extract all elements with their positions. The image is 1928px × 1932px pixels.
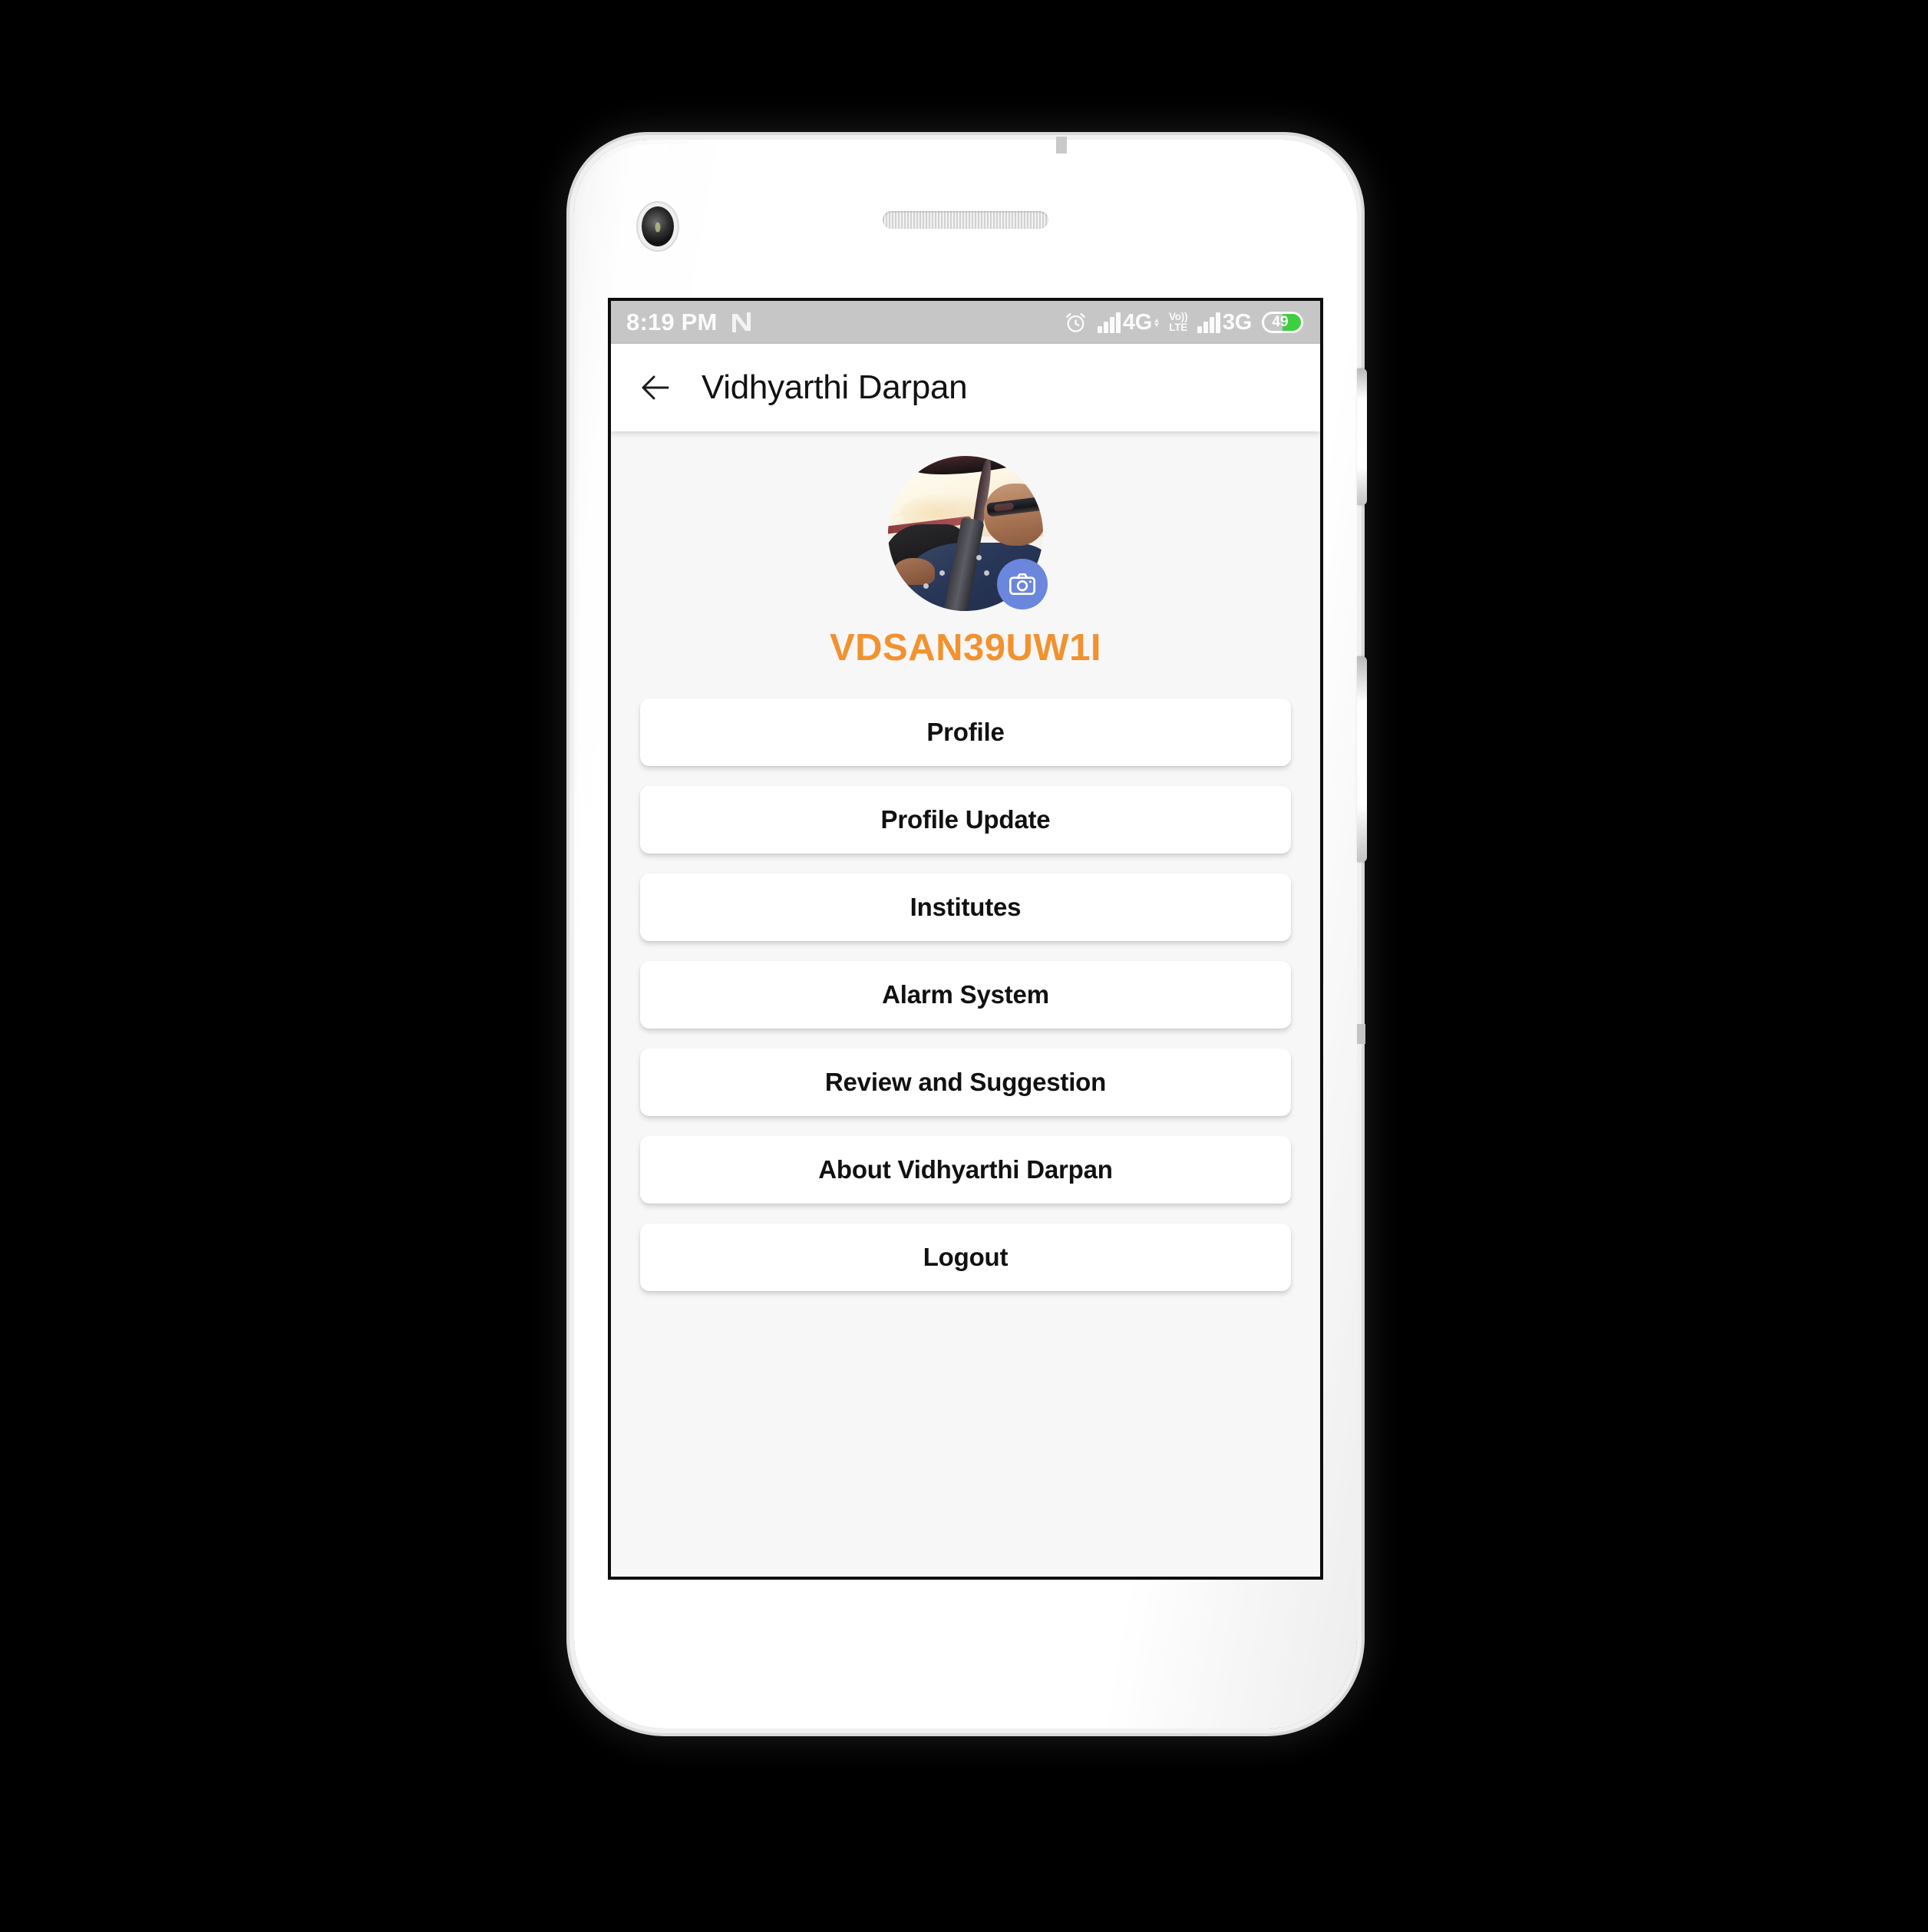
volte-top-text: Vo)): [1168, 311, 1188, 322]
android-nougat-icon: [731, 312, 751, 332]
main-content: VDSAN39UW1I Profile Profile Update Insti…: [611, 431, 1320, 1577]
camera-icon: [1009, 573, 1035, 596]
signal-bars-icon: [1197, 312, 1220, 333]
menu-item-alarm-system[interactable]: Alarm System: [640, 961, 1291, 1029]
menu-list: Profile Profile Update Institutes Alarm …: [611, 698, 1320, 1291]
back-button[interactable]: [634, 366, 677, 409]
menu-item-profile[interactable]: Profile: [640, 698, 1291, 766]
menu-item-logout[interactable]: Logout: [640, 1224, 1291, 1291]
menu-item-label: About Vidhyarthi Darpan: [818, 1155, 1113, 1184]
status-bar-clock: 8:19 PM: [626, 309, 718, 335]
back-arrow-icon: [642, 375, 669, 400]
power-button[interactable]: [1357, 368, 1367, 505]
page-title: Vidhyarthi Darpan: [702, 368, 968, 406]
menu-item-label: Alarm System: [882, 980, 1049, 1009]
menu-item-about-vidhyarthi-darpan[interactable]: About Vidhyarthi Darpan: [640, 1136, 1291, 1204]
menu-item-label: Logout: [923, 1243, 1009, 1271]
status-bar: 8:19 PM 4G Vo)) LTE 3G 49: [611, 301, 1320, 344]
battery-percent-label: 49: [1272, 314, 1289, 330]
status-bar-left: 8:19 PM: [626, 309, 753, 336]
network-label-3g: 3G: [1222, 309, 1252, 335]
earpiece-speaker-icon: [883, 211, 1048, 229]
phone-device-frame: 8:19 PM 4G Vo)) LTE 3G 49 Vidhyarthi Dar…: [574, 137, 1367, 1729]
signal-bars-icon: [1098, 312, 1121, 333]
menu-item-review-and-suggestion[interactable]: Review and Suggestion: [640, 1049, 1291, 1116]
data-transfer-arrows-icon: [1154, 318, 1159, 327]
volte-icon: Vo)) LTE: [1168, 311, 1188, 333]
status-bar-right: 4G Vo)) LTE 3G 49: [1064, 310, 1303, 335]
volume-button[interactable]: [1357, 656, 1367, 862]
phone-screen: 8:19 PM 4G Vo)) LTE 3G 49 Vidhyarthi Dar…: [608, 298, 1323, 1580]
app-bar: Vidhyarthi Darpan: [611, 344, 1320, 431]
antenna-band-top: [1056, 137, 1067, 154]
menu-item-label: Institutes: [910, 893, 1022, 921]
front-camera-icon: [642, 206, 674, 246]
profile-avatar-container: [888, 456, 1048, 611]
menu-item-institutes[interactable]: Institutes: [640, 874, 1291, 941]
menu-item-label: Profile Update: [880, 805, 1051, 834]
battery-status-badge: 49: [1262, 312, 1303, 333]
menu-item-label: Review and Suggestion: [824, 1068, 1107, 1096]
menu-item-label: Profile: [926, 718, 1005, 746]
menu-item-profile-update[interactable]: Profile Update: [640, 786, 1291, 854]
network-status-4g: 4G: [1098, 310, 1159, 335]
network-status-3g: 3G: [1197, 310, 1252, 335]
username-label: VDSAN39UW1I: [829, 627, 1102, 669]
change-photo-button[interactable]: [997, 559, 1048, 609]
alarm-clock-icon: [1066, 312, 1086, 332]
network-label-4g: 4G: [1122, 309, 1152, 335]
volte-bottom-text: LTE: [1169, 322, 1188, 333]
avatar-photo-person-arm: [894, 558, 935, 585]
antenna-band-side: [1357, 1024, 1365, 1044]
